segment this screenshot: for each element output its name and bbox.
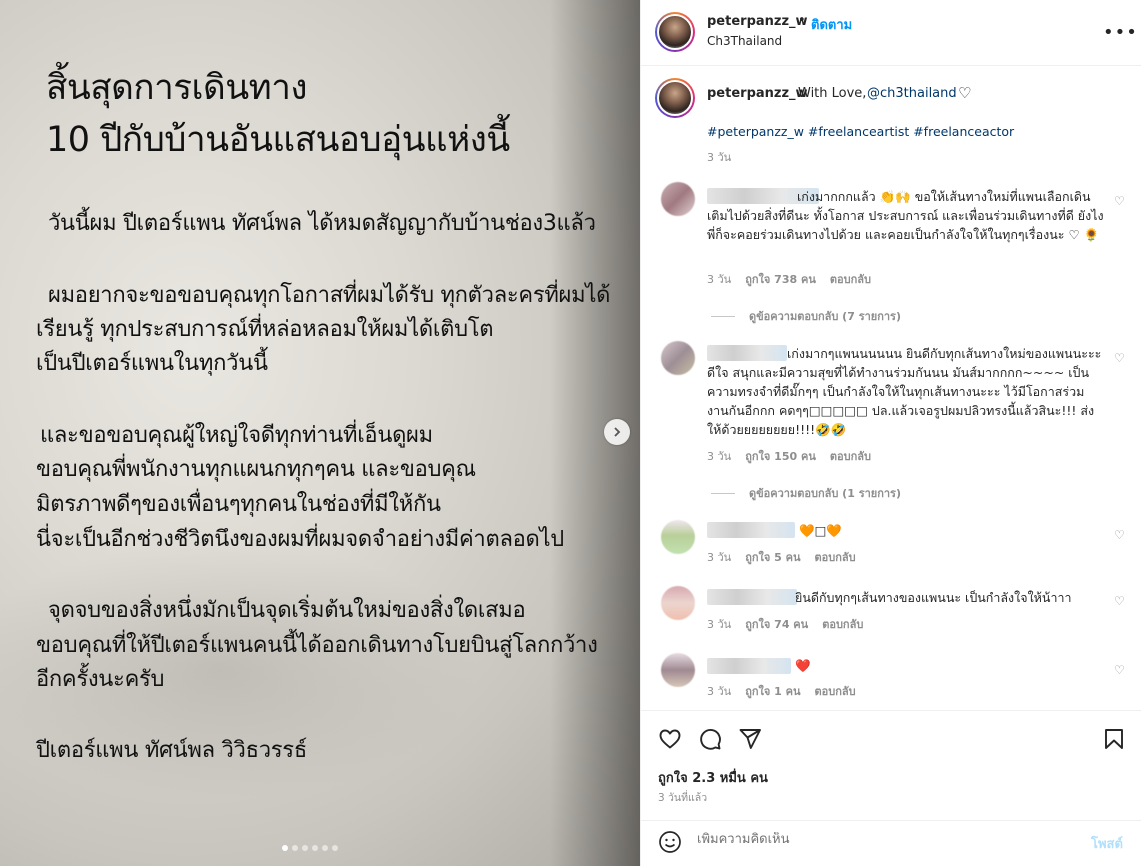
comment-reply-button[interactable]: ตอบกลับ	[815, 548, 856, 566]
carousel-dot	[302, 845, 308, 851]
image-title-line1: สิ้นสุดการเดินทาง	[46, 68, 307, 108]
comment-reply-button[interactable]: ตอบกลับ	[815, 682, 856, 700]
comment-like-icon[interactable]: ♡	[1114, 528, 1125, 542]
comment-time: 3 วัน	[707, 551, 732, 564]
header-subtitle[interactable]: Ch3Thailand	[707, 34, 782, 48]
add-comment-bar: โพสต์	[641, 820, 1141, 866]
image-paragraph: และขอขอบคุณผู้ใหญ่ใจดีทุกท่านที่เอ็นดูผม	[40, 423, 433, 448]
avatar[interactable]	[655, 78, 695, 118]
comment-time: 3 วัน	[707, 450, 732, 463]
separator-dot: •	[798, 13, 806, 28]
comment-meta: 3 วัน ถูกใจ 74 คน ตอบกลับ	[707, 615, 863, 633]
comment-text: ❤️	[795, 658, 811, 673]
caption-time: 3 วัน	[707, 151, 732, 164]
comment-likes[interactable]: ถูกใจ 74 คน	[745, 615, 808, 633]
comment-reply-button[interactable]: ตอบกลับ	[830, 447, 871, 465]
chevron-right-icon	[614, 427, 621, 437]
follow-button[interactable]: ติดตาม	[811, 14, 852, 35]
comment-reply-button[interactable]: ตอบกลับ	[822, 615, 863, 633]
image-paragraph: จุดจบของสิ่งหนึ่งมักเป็นจุดเริ่มต้นใหม่ข…	[48, 598, 526, 623]
view-replies-button[interactable]: ดูข้อความตอบกลับ (7 รายการ)	[711, 307, 901, 325]
carousel-dot	[292, 845, 298, 851]
carousel-dot	[332, 845, 338, 851]
comment-avatar[interactable]	[661, 586, 695, 620]
comment-meta: 3 วัน ถูกใจ 150 คน ตอบกลับ	[707, 447, 871, 465]
post-time-ago: 3 วันที่แล้ว	[658, 792, 708, 804]
post-comment-button[interactable]: โพสต์	[1091, 833, 1123, 854]
comment-reply-button[interactable]: ตอบกลับ	[830, 270, 871, 288]
bookmark-icon[interactable]	[1102, 727, 1126, 751]
comment-likes[interactable]: ถูกใจ 150 คน	[745, 447, 816, 465]
more-options-icon[interactable]: •••	[1103, 22, 1138, 43]
comment-meta: 3 วัน ถูกใจ 5 คน ตอบกลับ	[707, 548, 856, 566]
comment-text: ยินดีกับทุกๆเส้นทางของแพนนะ เป็นกำลังใจใ…	[795, 590, 1072, 605]
image-paragraph: ผมอยากจะขอขอบคุณทุกโอกาสที่ผมได้รับ ทุกต…	[48, 283, 611, 308]
comment-time: 3 วัน	[707, 618, 732, 631]
next-slide-button[interactable]	[604, 419, 630, 445]
comment-text: เก่งมากๆแพนนนนนน ยินดีกับทุกเส้นทางใหม่ข…	[707, 346, 1102, 437]
header-username[interactable]: peterpanzz_w	[707, 14, 808, 29]
comment-text: เก่งมากกกแล้ว 👏🙌 ขอให้เส้นทางใหม่ที่แพนเ…	[707, 189, 1104, 242]
heart-outline-icon: ♡	[958, 84, 972, 102]
carousel-indicator	[282, 845, 338, 851]
caption-hashtags[interactable]: #peterpanzz_w #freelanceartist #freelanc…	[707, 124, 1014, 139]
comment-likes[interactable]: ถูกใจ 5 คน	[745, 548, 800, 566]
image-paragraph: เรียนรู้ ทุกประสบการณ์ที่หล่อหลอมให้ผมได…	[36, 317, 494, 342]
post-header: peterpanzz_w • ติดตาม Ch3Thailand •••	[641, 0, 1141, 66]
post-likes-count[interactable]: ถูกใจ 2.3 หมื่น คน	[658, 767, 768, 788]
comment-avatar[interactable]	[661, 520, 695, 554]
emoji-icon[interactable]	[658, 830, 682, 858]
comment-bubble-icon[interactable]	[698, 727, 722, 751]
comment-time: 3 วัน	[707, 273, 732, 286]
view-replies-button[interactable]: ดูข้อความตอบกลับ (1 รายการ)	[711, 484, 901, 502]
comment-avatar[interactable]	[661, 182, 695, 216]
image-paragraph: ขอบคุณที่ให้ปีเตอร์แพนคนนี้ได้ออกเดินทาง…	[36, 633, 598, 658]
carousel-dot	[312, 845, 318, 851]
image-paragraph: วันนี้ผม ปีเตอร์แพน ทัศน์พล ได้หมดสัญญาก…	[48, 211, 596, 236]
comment-time: 3 วัน	[707, 685, 732, 698]
caption-mention[interactable]: @ch3thailand	[867, 86, 957, 101]
comment-like-icon[interactable]: ♡	[1114, 663, 1125, 677]
comment-meta: 3 วัน ถูกใจ 738 คน ตอบกลับ	[707, 270, 871, 288]
comment-like-icon[interactable]: ♡	[1114, 194, 1125, 208]
image-paragraph: เป็นปีเตอร์แพนในทุกวันนี้	[36, 351, 268, 376]
like-heart-icon[interactable]	[658, 727, 682, 751]
comment-avatar[interactable]	[661, 653, 695, 687]
carousel-dot	[282, 845, 288, 851]
comment-meta: 3 วัน ถูกใจ 1 คน ตอบกลับ	[707, 682, 856, 700]
comment-likes[interactable]: ถูกใจ 738 คน	[745, 270, 816, 288]
image-paragraph: ขอบคุณพี่พนักงานทุกแผนกทุกๆคน และขอบคุณ	[36, 457, 476, 482]
comment-likes[interactable]: ถูกใจ 1 คน	[745, 682, 800, 700]
share-send-icon[interactable]	[738, 727, 762, 751]
image-paragraph: อีกครั้งนะครับ	[36, 667, 165, 692]
image-title-line2: 10 ปีกับบ้านอันแสนอบอุ่นแห่งนี้	[46, 120, 510, 160]
comment-like-icon[interactable]: ♡	[1114, 594, 1125, 608]
image-paragraph: นี่จะเป็นอีกช่วงชีวิตนึงของผมที่ผมจดจำอย…	[36, 527, 564, 552]
post-image[interactable]: สิ้นสุดการเดินทาง 10 ปีกับบ้านอันแสนอบอุ…	[0, 0, 640, 866]
avatar[interactable]	[655, 12, 695, 52]
comment-avatar[interactable]	[661, 341, 695, 375]
comment-text: 🧡□🧡	[799, 523, 842, 538]
post-actions: ถูกใจ 2.3 หมื่น คน 3 วันที่แล้ว	[641, 710, 1141, 820]
caption-text: With Love,	[798, 86, 867, 101]
image-paragraph: มิตรภาพดีๆของเพื่อนๆทุกคนในช่องที่มีให้ก…	[36, 492, 441, 517]
add-comment-input[interactable]	[697, 832, 1077, 847]
carousel-dot	[322, 845, 328, 851]
caption-username[interactable]: peterpanzz_w	[707, 86, 808, 101]
post-sidebar: peterpanzz_w • ติดตาม Ch3Thailand ••• pe…	[640, 0, 1141, 866]
comment-like-icon[interactable]: ♡	[1114, 351, 1125, 365]
image-paragraph: ปีเตอร์แพน ทัศน์พล วิวิธวรรธ์	[36, 738, 307, 763]
